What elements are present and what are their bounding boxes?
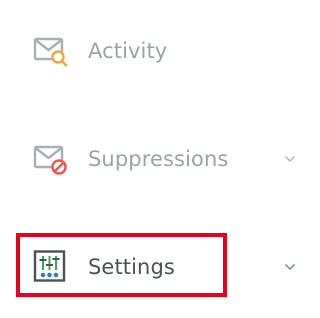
envelope-search-icon bbox=[32, 32, 70, 70]
envelope-blocked-icon bbox=[32, 140, 70, 178]
chevron-down-icon[interactable] bbox=[284, 154, 296, 164]
sidebar-item-activity[interactable]: Activity bbox=[0, 21, 311, 81]
sidebar-item-suppressions[interactable]: Suppressions bbox=[0, 129, 311, 189]
sidebar-item-label: Settings bbox=[88, 254, 175, 279]
sidebar-item-settings[interactable]: Settings bbox=[0, 237, 311, 297]
settings-sliders-icon bbox=[32, 248, 70, 286]
sidebar-item-label: Suppressions bbox=[88, 146, 229, 171]
sidebar-nav: Activity Suppressions Settings bbox=[0, 0, 311, 318]
chevron-down-icon[interactable] bbox=[284, 262, 296, 272]
sidebar-item-label: Activity bbox=[88, 38, 168, 63]
